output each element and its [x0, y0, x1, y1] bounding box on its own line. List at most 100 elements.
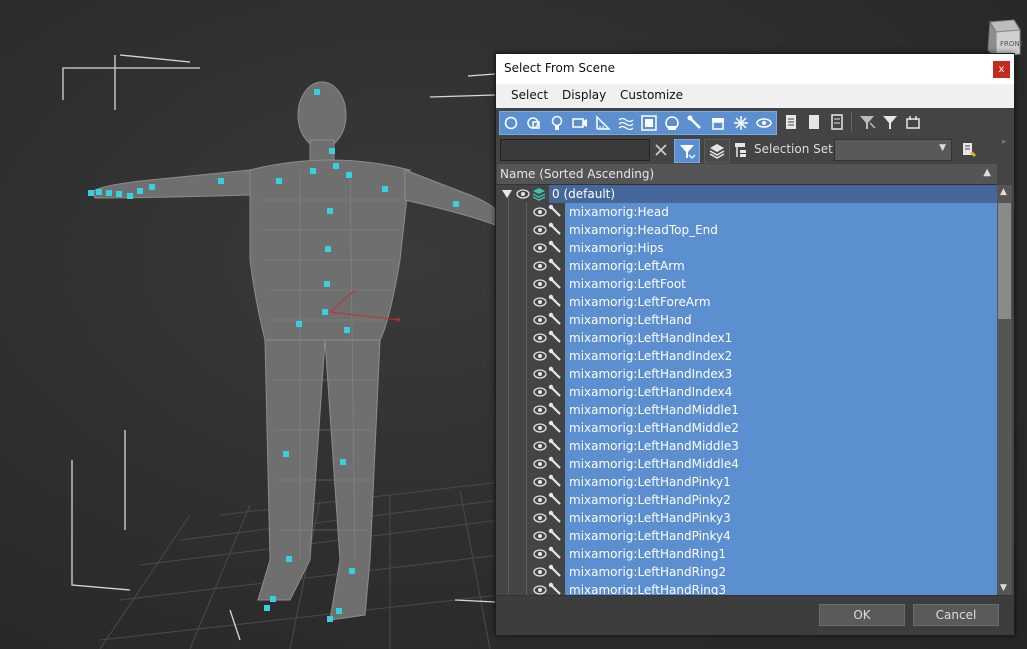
name-column-header[interactable]: Name (Sorted Ascending) ▲ [497, 164, 997, 185]
find-toolbar: Selection Set: ▼ » [496, 136, 1014, 164]
menu-display[interactable]: Display [562, 88, 606, 102]
scene-object-row[interactable]: mixamorig:LeftHandRing1 [497, 545, 997, 563]
layers-icon [709, 144, 725, 159]
groups-icon[interactable] [640, 114, 658, 132]
selection-set-dropdown[interactable]: ▼ [834, 139, 952, 161]
menu-customize[interactable]: Customize [620, 88, 683, 102]
scene-object-row[interactable]: mixamorig:LeftHandIndex3 [497, 365, 997, 383]
cameras-icon[interactable] [571, 114, 589, 132]
eye-icon[interactable] [533, 512, 547, 524]
scene-object-row[interactable]: mixamorig:LeftHandIndex4 [497, 383, 997, 401]
funnel-icon[interactable] [881, 113, 899, 131]
eye-icon[interactable] [533, 458, 547, 470]
scene-tree[interactable]: 0 (default) mixamorig:Head mixamorig:Head… [497, 185, 997, 595]
layer-row[interactable]: 0 (default) [497, 185, 997, 203]
eye-icon[interactable] [533, 548, 547, 560]
find-input[interactable] [500, 139, 650, 161]
shapes-icon[interactable] [525, 114, 543, 132]
dialog-title: Select From Scene [504, 61, 615, 75]
scene-object-row[interactable]: mixamorig:LeftForeArm [497, 293, 997, 311]
bone-icon [548, 276, 561, 289]
scene-object-row[interactable]: mixamorig:LeftHandPinky3 [497, 509, 997, 527]
scene-object-row[interactable]: mixamorig:LeftHandIndex1 [497, 329, 997, 347]
clear-find-icon[interactable] [652, 141, 670, 159]
expand-triangle-icon[interactable] [502, 190, 512, 198]
eye-icon[interactable] [533, 530, 547, 542]
filter-icon[interactable] [858, 113, 876, 131]
scene-object-row[interactable]: mixamorig:LeftArm [497, 257, 997, 275]
scene-object-row[interactable]: mixamorig:Hips [497, 239, 997, 257]
scrollbar-thumb[interactable] [998, 203, 1011, 319]
object-type-filters [499, 111, 777, 135]
object-name: mixamorig:LeftHandPinky1 [569, 475, 731, 489]
scene-object-row[interactable]: mixamorig:HeadTop_End [497, 221, 997, 239]
filter-toolbar [496, 108, 1014, 136]
scene-object-row[interactable]: mixamorig:LeftHandPinky1 [497, 473, 997, 491]
dialog-titlebar[interactable]: Select From Scene x [496, 54, 1014, 84]
scene-object-row[interactable]: mixamorig:LeftHandMiddle3 [497, 437, 997, 455]
eye-icon[interactable] [533, 224, 547, 236]
hidden-icon[interactable] [755, 114, 773, 132]
close-button[interactable]: x [993, 61, 1010, 78]
bones-icon[interactable] [686, 114, 704, 132]
eye-icon[interactable] [533, 332, 547, 344]
dialog-footer: OK Cancel [496, 595, 1014, 635]
scene-object-row[interactable]: mixamorig:LeftHandMiddle4 [497, 455, 997, 473]
eye-icon[interactable] [533, 350, 547, 362]
bone-icon [548, 258, 561, 271]
xrefs-icon[interactable] [663, 114, 681, 132]
vertical-scrollbar[interactable]: ▲ ▼ [997, 185, 1012, 595]
menu-select[interactable]: Select [511, 88, 548, 102]
eye-icon[interactable] [533, 368, 547, 380]
filter-by-selection-button[interactable] [674, 139, 700, 163]
eye-icon[interactable] [533, 296, 547, 308]
cancel-button[interactable]: Cancel [913, 604, 999, 626]
toolbar-overflow-icon[interactable]: » [1001, 137, 1006, 146]
eye-icon[interactable] [516, 188, 530, 200]
layer-row-highlight [549, 185, 997, 203]
scroll-down-icon[interactable]: ▼ [1000, 583, 1007, 593]
eye-icon[interactable] [533, 278, 547, 290]
containers-icon[interactable] [709, 114, 727, 132]
eye-icon[interactable] [533, 314, 547, 326]
scene-object-row[interactable]: mixamorig:LeftHandMiddle1 [497, 401, 997, 419]
lights-icon[interactable] [548, 114, 566, 132]
eye-icon[interactable] [533, 422, 547, 434]
bone-icon [548, 348, 561, 361]
eye-icon[interactable] [533, 566, 547, 578]
scene-object-row[interactable]: mixamorig:LeftHandMiddle2 [497, 419, 997, 437]
eye-icon[interactable] [533, 440, 547, 452]
select-all-icon[interactable] [782, 113, 800, 131]
frozen-icon[interactable] [732, 114, 750, 132]
scene-object-row[interactable]: mixamorig:LeftHandRing3 [497, 581, 997, 595]
eye-icon[interactable] [533, 206, 547, 218]
sync-selection-icon[interactable] [904, 113, 922, 131]
geometry-icon[interactable] [502, 114, 520, 132]
selection-set-label: Selection Set: [754, 142, 837, 156]
eye-icon[interactable] [533, 584, 547, 595]
scene-object-row[interactable]: mixamorig:LeftHandRing2 [497, 563, 997, 581]
eye-icon[interactable] [533, 494, 547, 506]
invert-selection-icon[interactable] [828, 113, 846, 131]
spacewarps-icon[interactable] [617, 114, 635, 132]
eye-icon[interactable] [533, 260, 547, 272]
scene-object-row[interactable]: mixamorig:Head [497, 203, 997, 221]
layer-explorer-button[interactable] [704, 139, 730, 163]
menu-bar: Select Display Customize [496, 84, 1014, 108]
select-none-icon[interactable] [805, 113, 823, 131]
hierarchy-icon[interactable] [732, 141, 750, 159]
ok-button[interactable]: OK [819, 604, 905, 626]
scroll-up-icon[interactable]: ▲ [1000, 187, 1007, 197]
scene-object-row[interactable]: mixamorig:LeftHandPinky2 [497, 491, 997, 509]
object-name: mixamorig:Hips [569, 241, 664, 255]
scene-object-row[interactable]: mixamorig:LeftHandPinky4 [497, 527, 997, 545]
helpers-icon[interactable] [594, 114, 612, 132]
eye-icon[interactable] [533, 476, 547, 488]
scene-object-row[interactable]: mixamorig:LeftHandIndex2 [497, 347, 997, 365]
eye-icon[interactable] [533, 386, 547, 398]
eye-icon[interactable] [533, 242, 547, 254]
scene-object-row[interactable]: mixamorig:LeftHand [497, 311, 997, 329]
eye-icon[interactable] [533, 404, 547, 416]
scene-object-row[interactable]: mixamorig:LeftFoot [497, 275, 997, 293]
edit-selection-set-icon[interactable] [960, 141, 978, 159]
